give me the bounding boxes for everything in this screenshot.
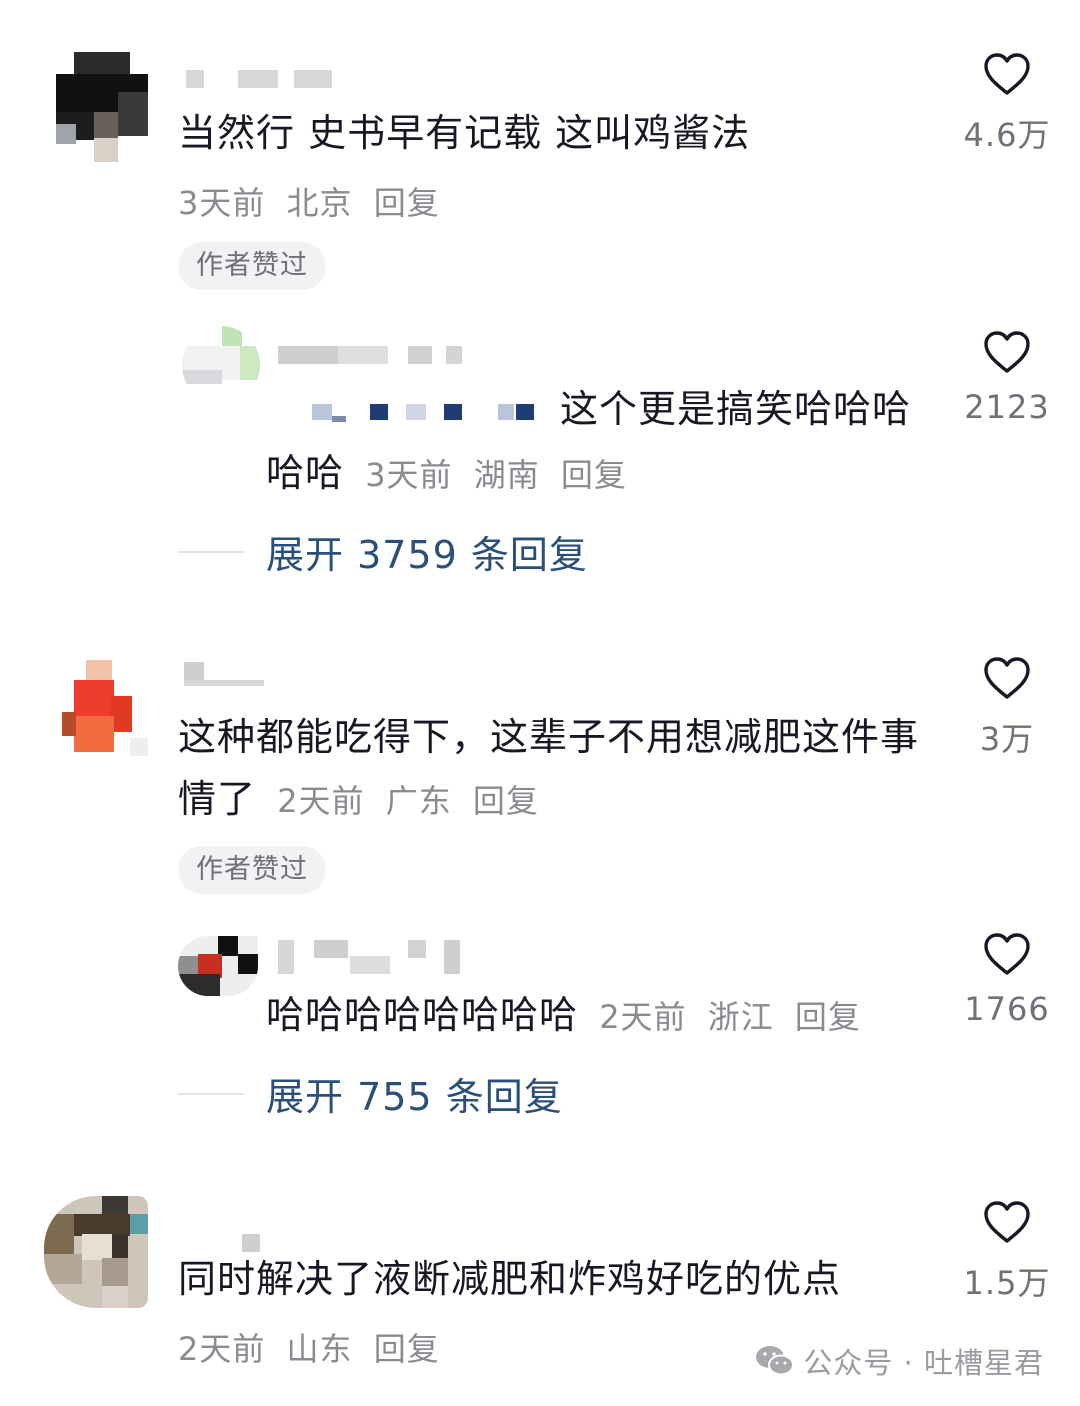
reply-button[interactable]: 回复 (374, 184, 440, 222)
reply-text: 哈哈哈哈哈哈哈哈 (266, 993, 579, 1037)
divider (178, 550, 244, 553)
reply-line: 哈哈哈哈哈哈哈哈 2天前 浙江 回复 (266, 984, 871, 1039)
reply-location: 湖南 (473, 456, 540, 494)
comment-location: 北京 (286, 184, 353, 222)
reply-text-line1: 这个更是搞笑哈哈哈 (560, 387, 912, 431)
reply-location: 浙江 (707, 998, 774, 1036)
like-button[interactable]: 3万 (952, 656, 1062, 760)
like-button[interactable]: 2123 (952, 330, 1062, 426)
reply-button[interactable]: 回复 (795, 998, 861, 1036)
avatar[interactable] (44, 660, 148, 756)
avatar[interactable] (182, 326, 260, 404)
avatar[interactable] (178, 936, 258, 996)
comment-text-line1: 这种都能吃得下，这辈子不用想减肥这件事 (178, 715, 920, 759)
username-blurred[interactable] (184, 662, 314, 686)
avatar[interactable] (56, 52, 148, 162)
like-count: 1.5万 (963, 1264, 1051, 1302)
heart-icon[interactable] (983, 932, 1031, 976)
like-button[interactable]: 4.6万 (952, 52, 1062, 156)
avatar[interactable] (44, 1196, 148, 1308)
comment-time: 2天前 (277, 782, 365, 820)
like-button[interactable]: 1766 (952, 932, 1062, 1028)
comment-location: 山东 (286, 1330, 353, 1368)
reply-button[interactable]: 回复 (561, 456, 627, 494)
reply-button[interactable]: 回复 (473, 782, 539, 820)
comment-line2: 情了 2天前 广东 回复 (178, 768, 549, 823)
reply-text-line2: 哈哈 (266, 451, 345, 495)
watermark: 公众号 · 吐槽星君 (755, 1340, 1044, 1382)
like-count: 3万 (979, 720, 1035, 758)
comment-text-line2: 情了 (178, 777, 257, 821)
like-count: 2123 (964, 388, 1050, 426)
expand-replies-label[interactable]: 展开 3759 条回复 (266, 524, 588, 579)
like-button[interactable]: 1.5万 (952, 1200, 1062, 1304)
author-liked-badge: 作者赞过 (178, 242, 326, 290)
expand-replies-button[interactable]: 展开 3759 条回复 (178, 524, 588, 579)
username-blurred[interactable] (186, 70, 336, 88)
heart-icon[interactable] (983, 1200, 1031, 1244)
username-blurred[interactable] (278, 346, 468, 364)
comment-text: 同时解决了液断减肥和炸鸡好吃的优点 (178, 1257, 842, 1301)
comment-text: 当然行 史书早有记载 这叫鸡酱法 (178, 111, 751, 155)
watermark-text: 公众号 · 吐槽星君 (803, 1346, 1044, 1380)
expand-replies-label[interactable]: 展开 755 条回复 (266, 1066, 563, 1121)
like-count: 1766 (964, 990, 1050, 1028)
heart-icon[interactable] (983, 52, 1031, 96)
reply-line2: 哈哈 3天前 湖南 回复 (266, 442, 637, 497)
comment-location: 广东 (385, 782, 452, 820)
expand-replies-button[interactable]: 展开 755 条回复 (178, 1066, 563, 1121)
author-liked-badge: 作者赞过 (178, 846, 326, 894)
reply-button[interactable]: 回复 (374, 1330, 440, 1368)
heart-icon[interactable] (983, 656, 1031, 700)
comment-time: 2天前 (178, 1330, 266, 1368)
comment-meta: 2天前 山东 回复 (178, 1324, 450, 1370)
mention-blurred[interactable] (312, 402, 547, 422)
comment-time: 3天前 (178, 184, 266, 222)
reply-time: 2天前 (599, 998, 687, 1036)
divider (178, 1092, 244, 1095)
wechat-icon (756, 1346, 795, 1376)
reply-time: 3天前 (365, 456, 453, 494)
heart-icon[interactable] (983, 330, 1031, 374)
like-count: 4.6万 (963, 116, 1051, 154)
comment-meta: 3天前 北京 回复 (178, 178, 450, 224)
username-blurred[interactable] (278, 940, 468, 974)
